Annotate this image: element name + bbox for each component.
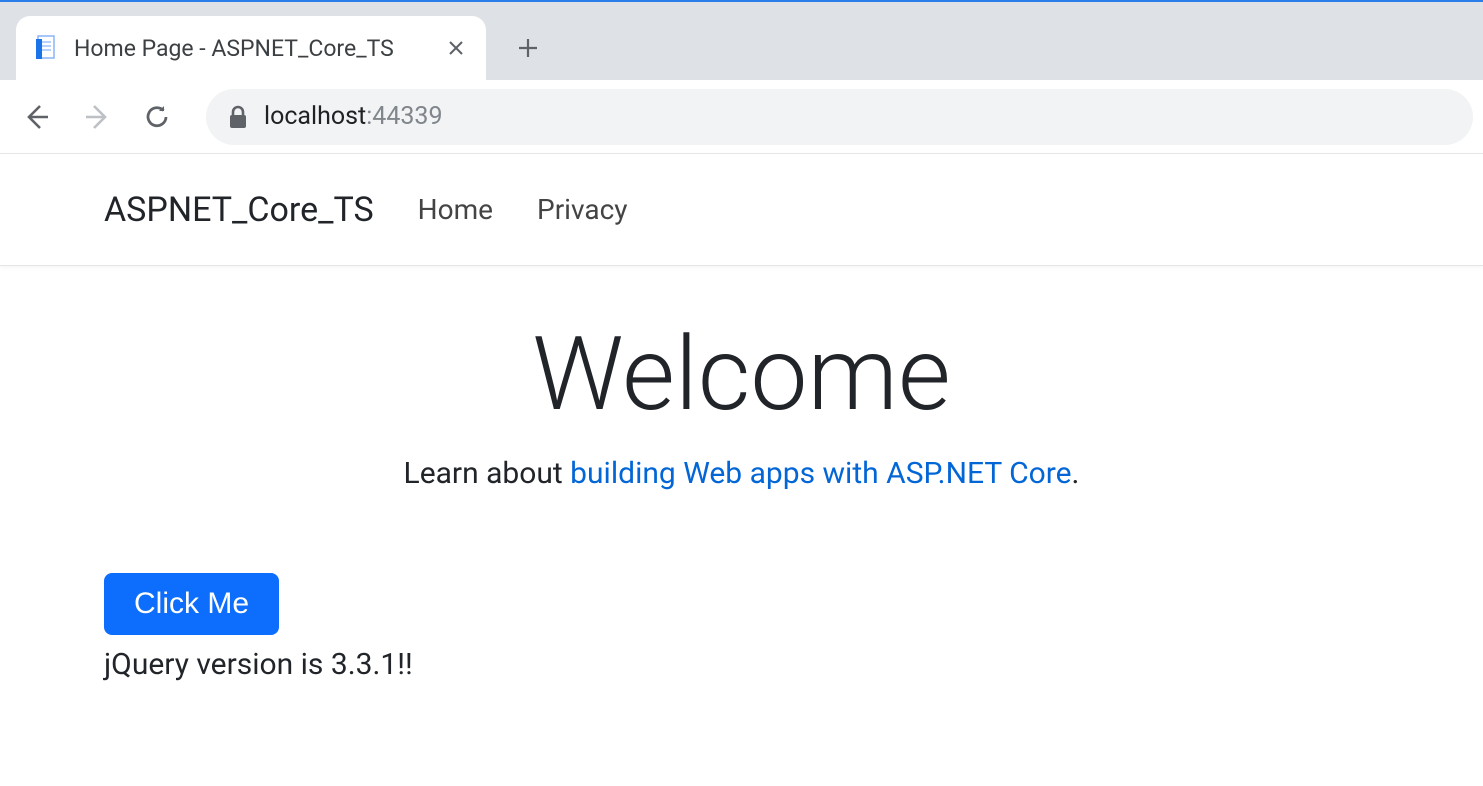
welcome-heading: Welcome: [0, 314, 1483, 434]
page-favicon-icon: [34, 35, 60, 61]
back-button[interactable]: [10, 90, 64, 144]
tab-strip: Home Page - ASPNET_Core_TS: [0, 2, 1483, 80]
url-text: localhost:44339: [264, 102, 443, 131]
forward-button[interactable]: [70, 90, 124, 144]
url-port: :44339: [366, 102, 442, 131]
brand-title[interactable]: ASPNET_Core_TS: [104, 190, 374, 230]
jquery-version-text: jQuery version is 3.3.1!!: [104, 647, 1379, 682]
page-main: Welcome Learn about building Web apps wi…: [0, 266, 1483, 491]
address-bar[interactable]: localhost:44339: [206, 89, 1473, 145]
learn-suffix: .: [1072, 456, 1080, 491]
learn-text: Learn about building Web apps with ASP.N…: [0, 456, 1483, 491]
content-block: Click Me jQuery version is 3.3.1!!: [0, 491, 1483, 682]
nav-link-privacy[interactable]: Privacy: [537, 193, 627, 226]
close-tab-button[interactable]: [444, 36, 468, 60]
reload-button[interactable]: [130, 90, 184, 144]
page-navbar: ASPNET_Core_TS Home Privacy: [0, 154, 1483, 266]
new-tab-button[interactable]: [500, 20, 556, 76]
learn-link[interactable]: building Web apps with ASP.NET Core: [570, 456, 1071, 491]
browser-toolbar: localhost:44339: [0, 80, 1483, 154]
tab-title: Home Page - ASPNET_Core_TS: [74, 35, 430, 62]
url-host: localhost: [264, 102, 366, 131]
learn-prefix: Learn about: [404, 456, 571, 491]
lock-icon: [228, 105, 248, 129]
click-me-button[interactable]: Click Me: [104, 573, 279, 635]
browser-tab[interactable]: Home Page - ASPNET_Core_TS: [16, 16, 486, 80]
nav-link-home[interactable]: Home: [418, 193, 493, 226]
browser-chrome: Home Page - ASPNET_Core_TS localhost:443…: [0, 0, 1483, 154]
